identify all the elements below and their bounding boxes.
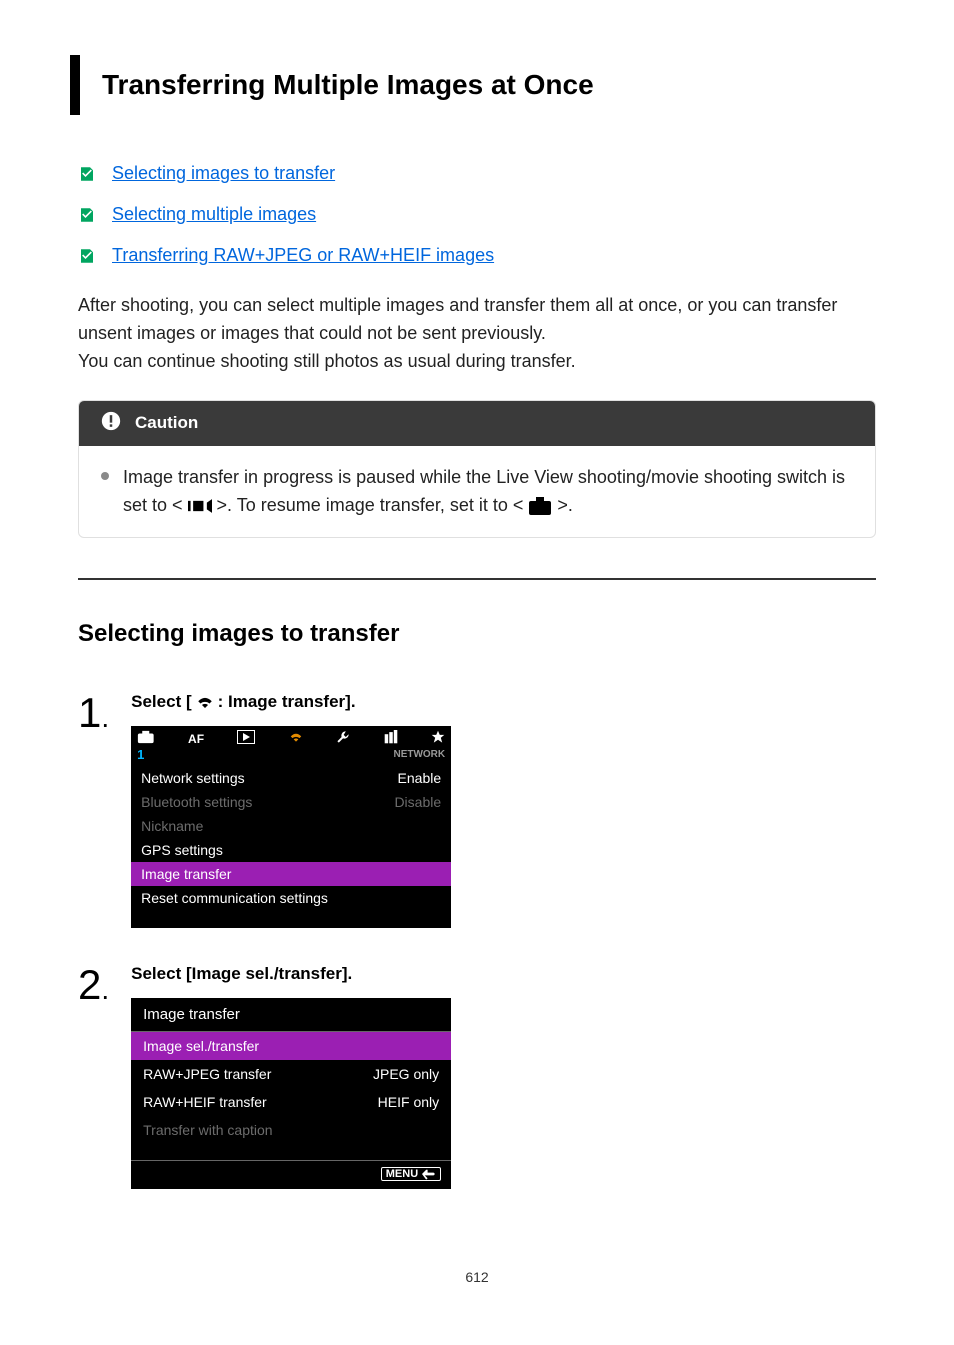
lcd2-row-value: JPEG only: [373, 1066, 439, 1082]
star-tab-icon: [431, 730, 445, 747]
caution-heading: Caution: [135, 413, 198, 433]
lcd2-menu-row[interactable]: Transfer with caption: [131, 1116, 451, 1144]
toc-link-row-1: Selecting multiple images: [78, 204, 884, 225]
camera-lcd-2: Image transfer Image sel./transfer RAW+JP…: [131, 998, 451, 1189]
camera-tab-icon: [137, 730, 155, 747]
lcd2-menu-row[interactable]: RAW+JPEG transfer JPEG only: [131, 1060, 451, 1088]
lcd1-network-tag: NETWORK: [393, 749, 445, 760]
lcd1-row-label: Nickname: [141, 818, 203, 834]
step-2-label: Select [Image sel./transfer].: [131, 964, 876, 984]
section-heading: Selecting images to transfer: [78, 620, 876, 648]
lcd2-menu-row[interactable]: RAW+HEIF transfer HEIF only: [131, 1088, 451, 1116]
lcd1-row-label: Network settings: [141, 770, 244, 786]
intro-paragraph: After shooting, you can select multiple …: [78, 292, 876, 376]
page-title: Transferring Multiple Images at Once: [102, 69, 866, 101]
bullet-dot-icon: [101, 472, 109, 480]
lcd1-menu-row[interactable]: Nickname: [131, 814, 451, 838]
camera-lcd-1: AF 1 NETWORK Network settings Enable Bluet…: [131, 726, 451, 928]
caution-box: Caution Image transfer in progress is pa…: [78, 400, 876, 539]
lcd1-row-label: GPS settings: [141, 842, 223, 858]
camera-icon: [528, 496, 552, 516]
page-icon: [78, 165, 96, 183]
lcd2-row-label: Image sel./transfer: [143, 1038, 259, 1054]
toc-link-2[interactable]: Transferring RAW+JPEG or RAW+HEIF images: [112, 245, 494, 266]
wifi-tab-icon: [289, 730, 303, 747]
lcd1-menu-row[interactable]: GPS settings: [131, 838, 451, 862]
lcd1-row-label: Bluetooth settings: [141, 794, 252, 810]
lcd2-row-label: Transfer with caption: [143, 1122, 272, 1138]
menu-back-button[interactable]: MENU: [381, 1167, 441, 1181]
lcd2-row-value: HEIF only: [378, 1094, 439, 1110]
alert-icon: [101, 411, 121, 436]
lcd1-subbar: 1 NETWORK: [131, 747, 451, 766]
step-number: 2.: [78, 964, 109, 1189]
page-container: Transferring Multiple Images at Once Sel…: [0, 0, 954, 1345]
step-list: 1. Select [ : Image transfer]. AF: [70, 692, 884, 1189]
page-icon: [78, 247, 96, 265]
custom-tab-icon: [384, 730, 398, 747]
step-1-label: Select [ : Image transfer].: [131, 692, 876, 712]
lcd1-row-value: Enable: [398, 770, 442, 786]
toc-link-row-0: Selecting images to transfer: [78, 163, 884, 184]
lcd1-row-label: Reset communication settings: [141, 890, 328, 906]
caution-body: Image transfer in progress is paused whi…: [79, 446, 875, 538]
lcd1-menu-row[interactable]: Network settings Enable: [131, 766, 451, 790]
step-2: 2. Select [Image sel./transfer]. Image t…: [78, 964, 876, 1189]
wrench-tab-icon: [336, 730, 350, 747]
wifi-icon: [196, 693, 214, 711]
lcd1-row-label: Image transfer: [141, 866, 231, 882]
movie-icon: [188, 496, 212, 516]
lcd1-iconbar: AF: [131, 726, 451, 747]
lcd1-menu-row[interactable]: Image transfer: [131, 862, 451, 886]
lcd1-blank-row: [131, 910, 451, 928]
lcd2-footer: MENU: [131, 1161, 451, 1189]
caution-header: Caution: [79, 401, 875, 446]
af-tab-label: AF: [188, 732, 204, 746]
lcd2-header: Image transfer: [131, 998, 451, 1031]
toc-link-1[interactable]: Selecting multiple images: [112, 204, 316, 225]
page-title-block: Transferring Multiple Images at Once: [70, 55, 884, 115]
play-tab-icon: [237, 730, 255, 747]
step-number: 1.: [78, 692, 109, 928]
lcd1-menu-row[interactable]: Reset communication settings: [131, 886, 451, 910]
page-number: 612: [70, 1269, 884, 1285]
lcd1-row-value: Disable: [394, 794, 441, 810]
lcd1-menu-row[interactable]: Bluetooth settings Disable: [131, 790, 451, 814]
lcd2-row-label: RAW+HEIF transfer: [143, 1094, 267, 1110]
lcd2-row-label: RAW+JPEG transfer: [143, 1066, 271, 1082]
section-separator: [78, 578, 876, 580]
caution-text: Image transfer in progress is paused whi…: [123, 464, 853, 520]
toc-link-0[interactable]: Selecting images to transfer: [112, 163, 335, 184]
toc-link-row-2: Transferring RAW+JPEG or RAW+HEIF images: [78, 245, 884, 266]
return-icon: [422, 1168, 436, 1180]
step-1: 1. Select [ : Image transfer]. AF: [78, 692, 876, 928]
lcd1-page-indicator: 1: [137, 747, 144, 762]
page-icon: [78, 206, 96, 224]
lcd2-menu-row[interactable]: Image sel./transfer: [131, 1032, 451, 1060]
